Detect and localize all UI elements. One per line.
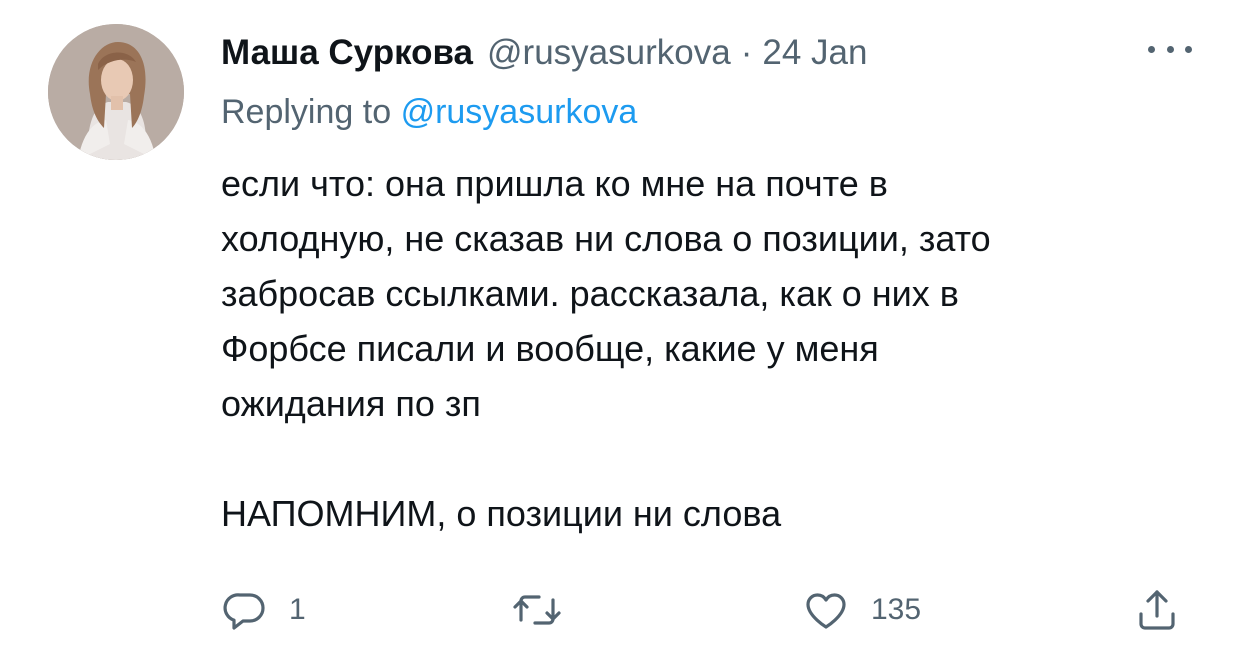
- replying-to-label: Replying to: [221, 93, 392, 131]
- share-icon: [1133, 586, 1181, 634]
- avatar-image: [48, 24, 184, 160]
- like-button[interactable]: 135: [801, 580, 921, 640]
- action-bar: 1 135: [221, 580, 1201, 640]
- tweet: Маша Суркова @rusyasurkova · 24 Jan Repl…: [0, 0, 1242, 649]
- tweet-text-line: забросав ссылками. рассказала, как о них…: [221, 273, 959, 314]
- replying-to: Replying to @rusyasurkova: [221, 93, 637, 132]
- author-handle[interactable]: @rusyasurkova: [487, 33, 731, 73]
- heart-icon: [801, 586, 851, 634]
- more-dot-icon: [1185, 45, 1192, 53]
- retweet-icon: [511, 586, 563, 634]
- tweet-text-line: ожидания по зп: [221, 383, 481, 424]
- author-name[interactable]: Маша Суркова: [221, 33, 473, 73]
- retweet-button[interactable]: [511, 580, 563, 640]
- tweet-date[interactable]: 24 Jan: [762, 33, 867, 73]
- separator-dot: ·: [740, 33, 753, 72]
- tweet-text-line: НАПОМНИМ, о позиции ни слова: [221, 493, 782, 534]
- more-dot-icon: [1148, 45, 1155, 53]
- tweet-text: если что: она пришла ко мне на почте в х…: [221, 156, 1181, 541]
- tweet-text-line: если что: она пришла ко мне на почте в: [221, 163, 888, 204]
- share-button[interactable]: [1133, 580, 1181, 640]
- tweet-header: Маша Суркова @rusyasurkova · 24 Jan: [221, 30, 867, 76]
- replying-to-handle-link[interactable]: @rusyasurkova: [401, 93, 638, 131]
- more-dot-icon: [1166, 45, 1174, 53]
- avatar[interactable]: [48, 24, 184, 160]
- reply-icon: [221, 586, 269, 634]
- like-count: 135: [871, 593, 922, 626]
- tweet-text-line: холодную, не сказав ни слова о позиции, …: [221, 218, 991, 259]
- tweet-text-line: Форбсе писали и вообще, какие у меня: [221, 328, 879, 369]
- reply-count: 1: [289, 593, 306, 626]
- more-options-button[interactable]: [1148, 34, 1192, 64]
- reply-button[interactable]: 1: [221, 580, 306, 640]
